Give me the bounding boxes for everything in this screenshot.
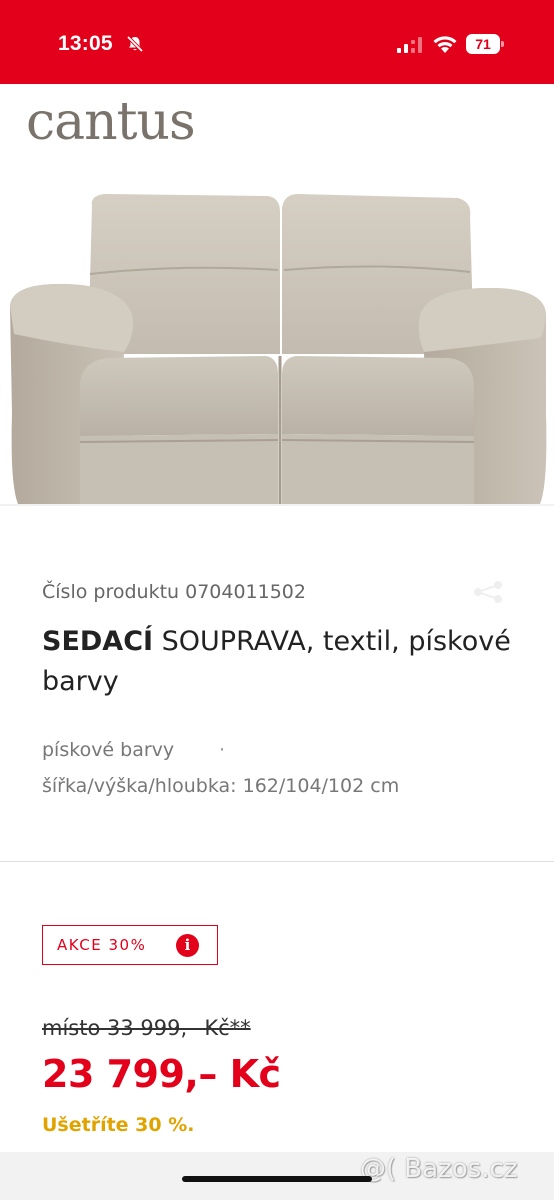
home-indicator[interactable]	[182, 1176, 372, 1182]
battery-level: 71	[475, 36, 491, 52]
section-divider	[0, 861, 554, 862]
bell-slash-icon	[126, 35, 144, 53]
cellular-signal-icon	[397, 37, 422, 53]
status-bar: 13:05 71	[0, 0, 554, 84]
promo-badge: AKCE 30% i	[42, 925, 218, 965]
new-price: 23 799,– Kč	[42, 1052, 281, 1096]
product-title: SEDACÍ SOUPRAVA, textil, pískové barvy	[42, 622, 512, 702]
share-icon[interactable]	[470, 581, 508, 603]
product-number: Číslo produktu 0704011502	[42, 581, 306, 603]
info-icon[interactable]: i	[176, 934, 199, 957]
attribute-color: pískové barvy	[42, 739, 175, 761]
promo-label: AKCE 30%	[57, 936, 147, 954]
old-price: místo 33 999,– Kč**	[42, 1016, 251, 1040]
brand-logo: cantus	[26, 92, 196, 152]
watermark: @( Bazos.cz	[360, 1154, 518, 1184]
attribute-separator: ·	[219, 739, 226, 761]
status-time: 13:05	[58, 32, 113, 55]
battery-icon: 71	[466, 34, 504, 54]
product-photo[interactable]: cantus	[0, 84, 554, 509]
product-title-bold: SEDACÍ	[42, 626, 154, 657]
savings-text: Ušetříte 30 %.	[42, 1114, 195, 1136]
wifi-icon	[433, 36, 457, 53]
attribute-dimensions: šířka/výška/hloubka: 162/104/102 cm	[42, 775, 400, 797]
